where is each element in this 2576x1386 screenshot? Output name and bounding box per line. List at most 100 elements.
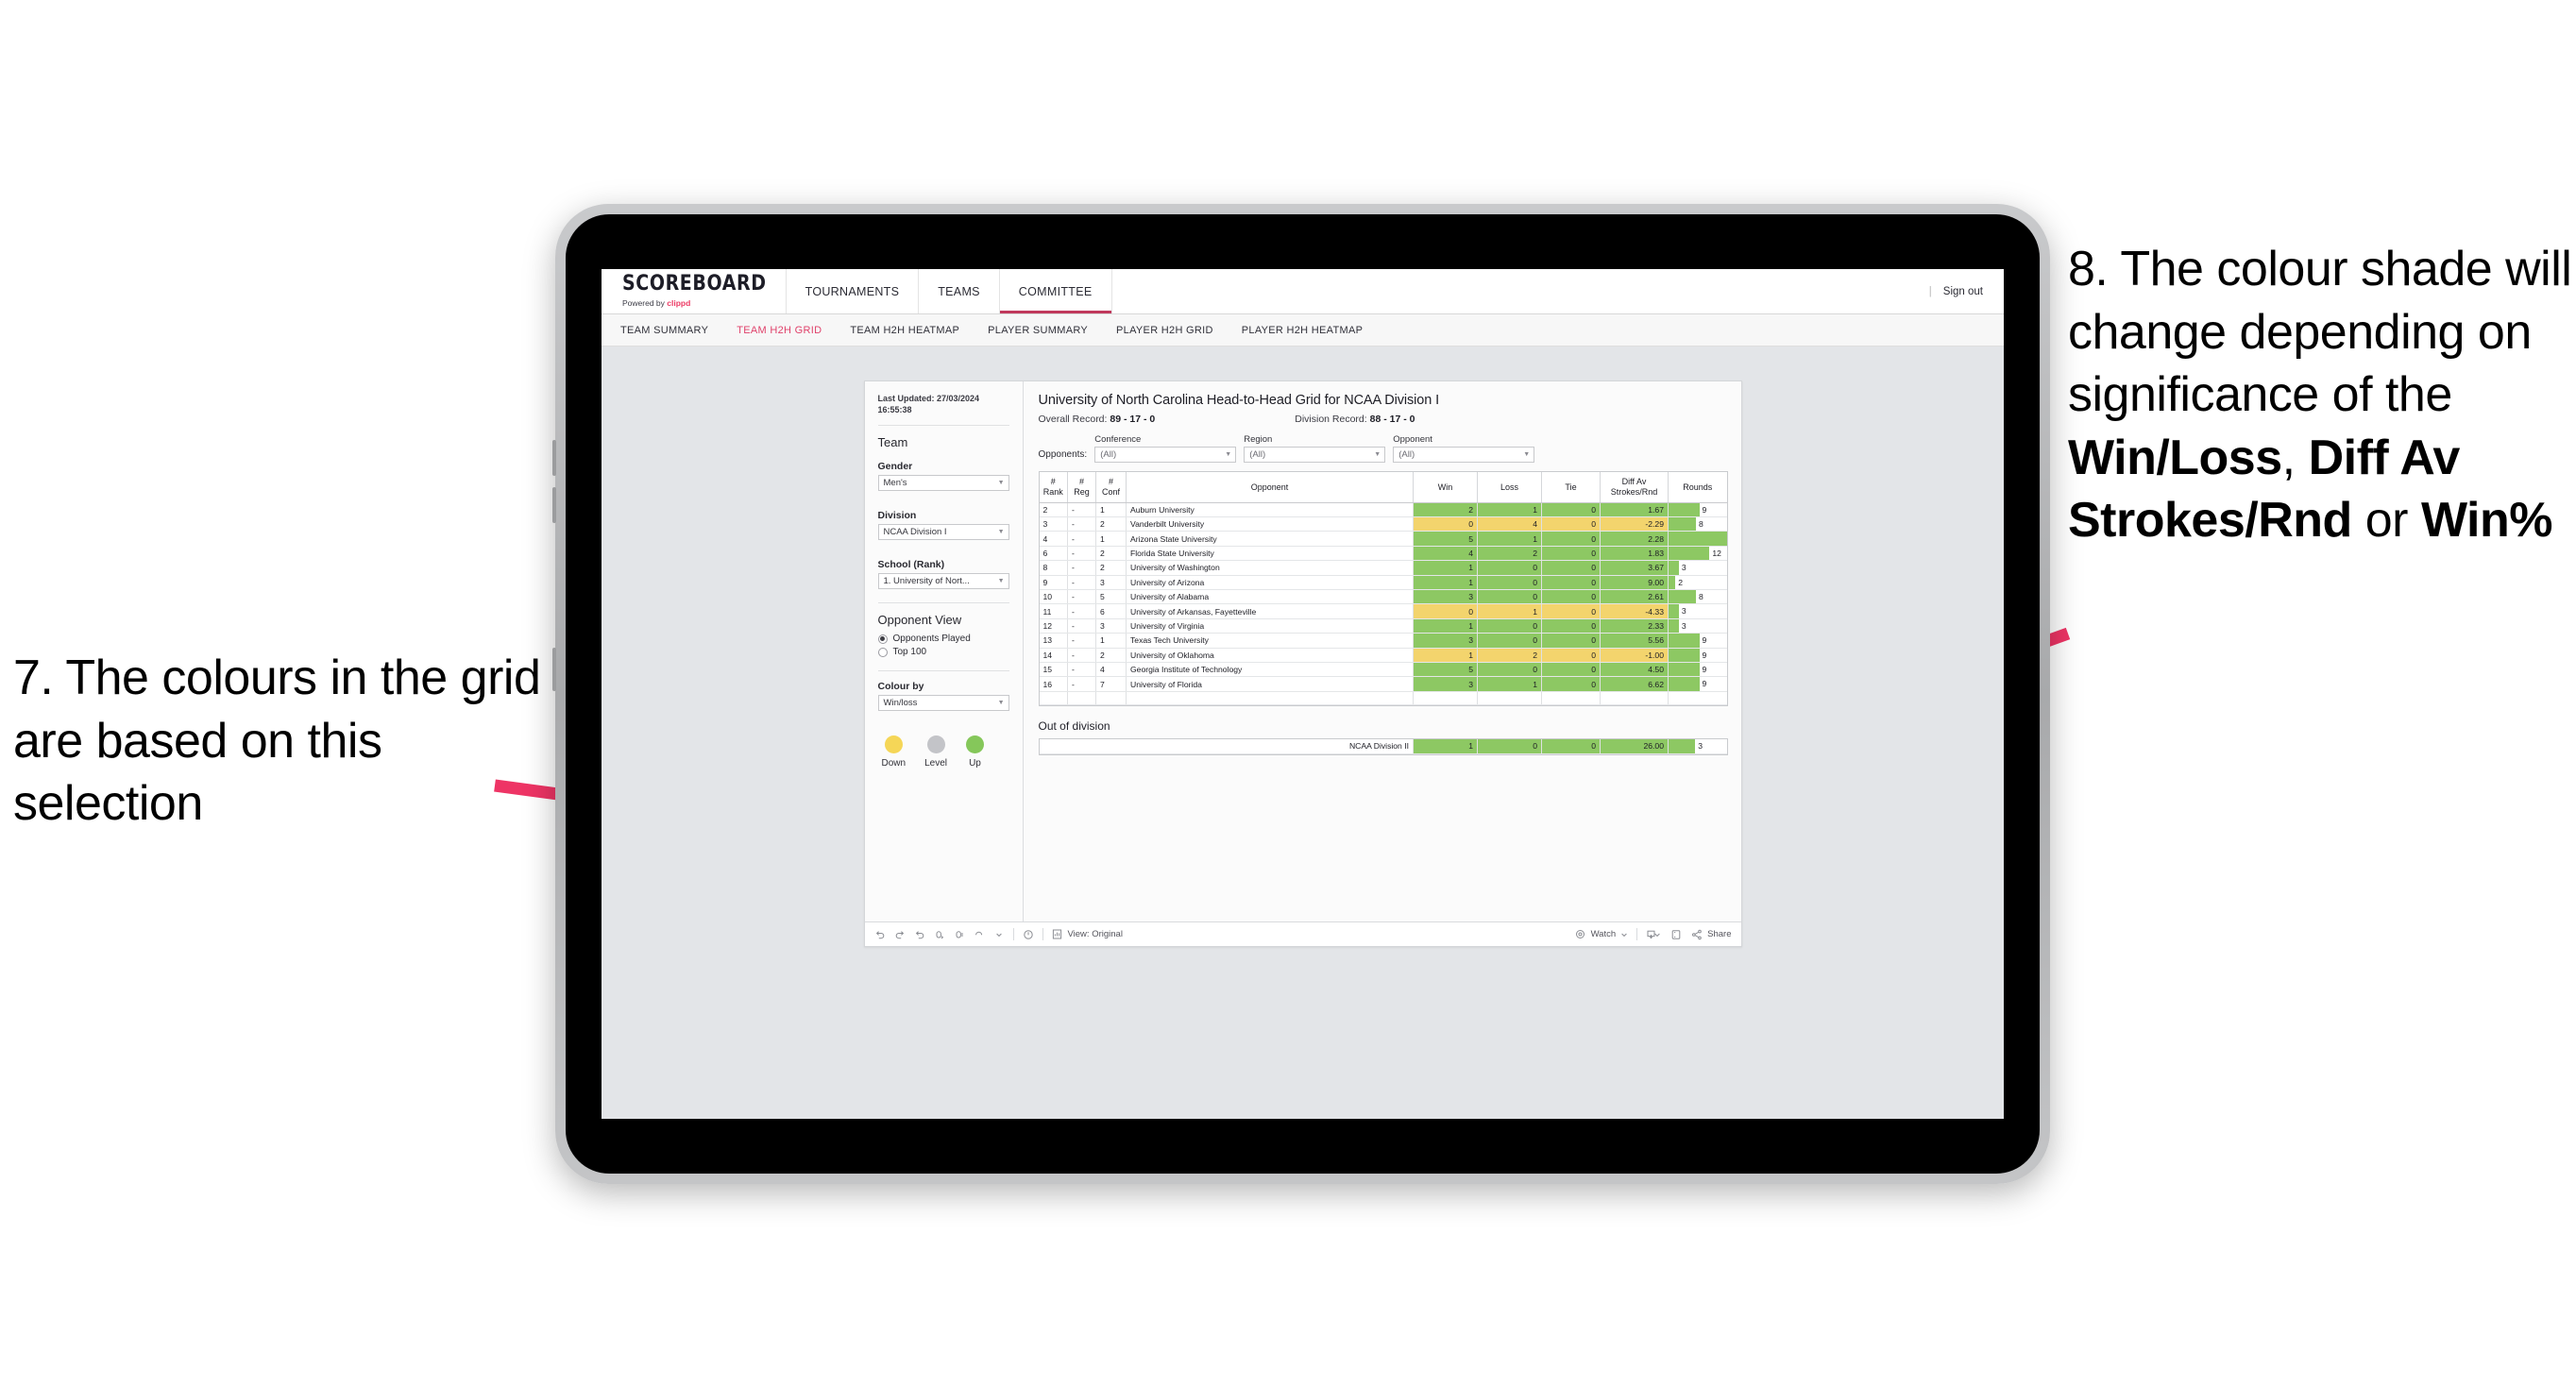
school-select[interactable]: 1. University of Nort... ▼ [877,573,1009,590]
topnav-item-tournaments[interactable]: TOURNAMENTS [787,269,920,313]
caret-down-icon[interactable] [1653,929,1661,940]
col-conf[interactable]: # Conf [1095,472,1127,503]
annotation-left: 7. The colours in the grid are based on … [13,651,541,832]
topnav-item-teams[interactable]: TEAMS [919,269,1000,313]
col-conf-l1: # [1108,477,1113,487]
caret-down-icon[interactable] [993,929,1005,940]
annotation-bold-winpct: Win% [2420,493,2553,549]
app-topbar: SCOREBOARD Powered by clippd TOURNAMENTS… [602,269,2004,314]
radio-opponents-played[interactable]: Opponents Played [877,634,1009,644]
table-row[interactable]: 10-5 University of Alabama 3 0 0 2.61 8 [1039,589,1727,605]
revert-icon[interactable] [914,929,925,940]
rounds-value: 9 [1702,650,1707,660]
undo-icon[interactable] [874,929,886,940]
reset-icon[interactable] [974,929,985,940]
refresh-icon[interactable] [934,929,945,940]
subnav-item-player-h2h-grid[interactable]: PLAYER H2H GRID [1116,325,1229,336]
col-win[interactable]: Win [1413,472,1478,503]
table-row[interactable]: 13-1 Texas Tech University 3 0 0 5.56 9 [1039,633,1727,649]
region-select[interactable]: (All) ▼ [1244,447,1386,463]
table-row[interactable]: 4-1Arizona State University5102.2817 [1039,531,1727,547]
subnav-item-team-summary[interactable]: TEAM SUMMARY [620,325,723,336]
division-record-value: 88 - 17 - 0 [1369,414,1415,425]
annotation-right: 8. The colour shade will change dependin… [2068,238,2576,552]
colour-by-select[interactable]: Win/loss ▼ [877,695,1009,712]
col-opponent[interactable]: Opponent [1126,472,1414,503]
rounds-value: 3 [1698,741,1703,752]
tableau-viz: Last Updated: 27/03/2024 16:55:38 Team G… [863,380,1742,947]
col-rounds[interactable]: Rounds [1668,472,1727,503]
gender-label: Gender [877,461,913,473]
watch-button[interactable]: Watch [1575,929,1629,940]
table-row[interactable]: 11-6 University of Arkansas, Fayetteville… [1039,603,1727,619]
col-reg[interactable]: # Reg [1067,472,1096,503]
legend-item-level: Level [924,735,947,769]
cell-reg: - [1067,618,1096,634]
empty-cell [1541,691,1601,706]
table-row[interactable]: 3-2 Vanderbilt University 0 4 0 -2.29 8 [1039,516,1727,532]
col-tie[interactable]: Tie [1541,472,1601,503]
table-row[interactable]: 8-2 University of Washington 1 0 0 3.67 3 [1039,560,1727,576]
view-original-button[interactable]: View: Original [1052,929,1123,940]
rounds-value: 3 [1681,606,1686,617]
opponent-select[interactable]: (All) ▼ [1393,447,1535,463]
rounds-bar [1669,648,1700,662]
cell-conf: 3 [1095,575,1127,590]
tablet-screen: SCOREBOARD Powered by clippd TOURNAMENTS… [566,214,2040,1174]
table-row[interactable]: 15-4 Georgia Institute of Technology 5 0 0 4.… [1039,662,1727,678]
field-colour-by: Colour by Win/loss ▼ [877,681,1009,712]
watch-label: Watch [1590,929,1617,939]
out-of-division-row[interactable]: NCAA Division II 1 0 0 26.00 3 [1039,739,1727,754]
brand-name: SCOREBOARD [622,271,767,296]
subnav-item-player-summary[interactable]: PLAYER SUMMARY [988,325,1103,336]
table-row[interactable]: 6-2 Florida State University 4 2 0 1.83 12 [1039,546,1727,562]
chevron-down-icon: ▼ [1523,451,1531,458]
tablet-device: SCOREBOARD Powered by clippd TOURNAMENTS… [552,204,2050,1184]
cell-loss: 1 [1477,531,1542,547]
subnav-item-player-h2h-heatmap[interactable]: PLAYER H2H HEATMAP [1242,325,1378,336]
brand-tagline: Powered by clippd [622,299,767,308]
redo-icon[interactable] [894,929,906,940]
brand-logo[interactable]: SCOREBOARD Powered by clippd [602,269,787,313]
share-button[interactable]: Share [1691,929,1732,940]
conference-select[interactable]: (All) ▼ [1094,447,1237,463]
cell-tie: 0 [1541,648,1601,663]
gender-select[interactable]: Men's ▼ [877,475,1009,492]
cell-conf: 2 [1095,560,1127,576]
cell-rounds: 8 [1668,516,1727,532]
filter-opponent: Opponent (All) ▼ [1393,434,1535,463]
empty-cell [1600,691,1669,706]
fullscreen-icon[interactable] [1670,929,1682,940]
opponent-filters: Opponents: Conference (All) ▼ Region (Al… [1039,434,1728,463]
cell-rounds: 8 [1668,589,1727,605]
subnav-item-team-h2h-heatmap[interactable]: TEAM H2H HEATMAP [850,325,974,336]
signout-link[interactable]: Sign out [1943,286,1983,297]
subnav-item-team-h2h-grid[interactable]: TEAM H2H GRID [737,325,837,336]
cell-win: 3 [1413,676,1478,692]
cell-opponent: University of Florida [1126,676,1414,692]
pause-icon[interactable] [954,929,965,940]
radio-top-100[interactable]: Top 100 [877,647,1009,657]
rounds-bar [1669,677,1700,691]
cell-tie: 0 [1541,546,1601,562]
col-rank[interactable]: # Rank [1039,472,1068,503]
legend-dot-up [965,735,984,754]
signout-area: | Sign out [1908,269,2004,313]
cell-win: 1 [1413,618,1478,634]
table-row[interactable]: 14-2 University of Oklahoma 1 2 0 -1.00 9 [1039,648,1727,663]
table-row[interactable]: 12-3 University of Virginia 1 0 0 2.33 3 [1039,618,1727,634]
cell-loss: 0 [1477,618,1542,634]
conference-label: Conference [1094,434,1142,445]
cell-win: 1 [1413,560,1478,576]
help-icon[interactable] [1023,929,1034,940]
cell-rounds: 12 [1668,546,1727,562]
annotation-right-line1: 8. The colour shade will change dependin… [2068,242,2572,423]
table-row[interactable]: 16-7 University of Florida 3 1 0 6.62 9 [1039,676,1727,692]
col-diff-av-strokes[interactable]: Diff Av Strokes/Rnd [1600,472,1669,503]
table-row[interactable]: 2-1 Auburn University 2 1 0 1.67 9 [1039,502,1727,517]
table-row[interactable]: 9-3 University of Arizona 1 0 0 9.00 2 [1039,575,1727,590]
cell-opponent: Auburn University [1126,502,1414,517]
division-select[interactable]: NCAA Division I ▼ [877,524,1009,541]
col-loss[interactable]: Loss [1477,472,1542,503]
topnav-item-committee[interactable]: COMMITTEE [999,269,1112,313]
